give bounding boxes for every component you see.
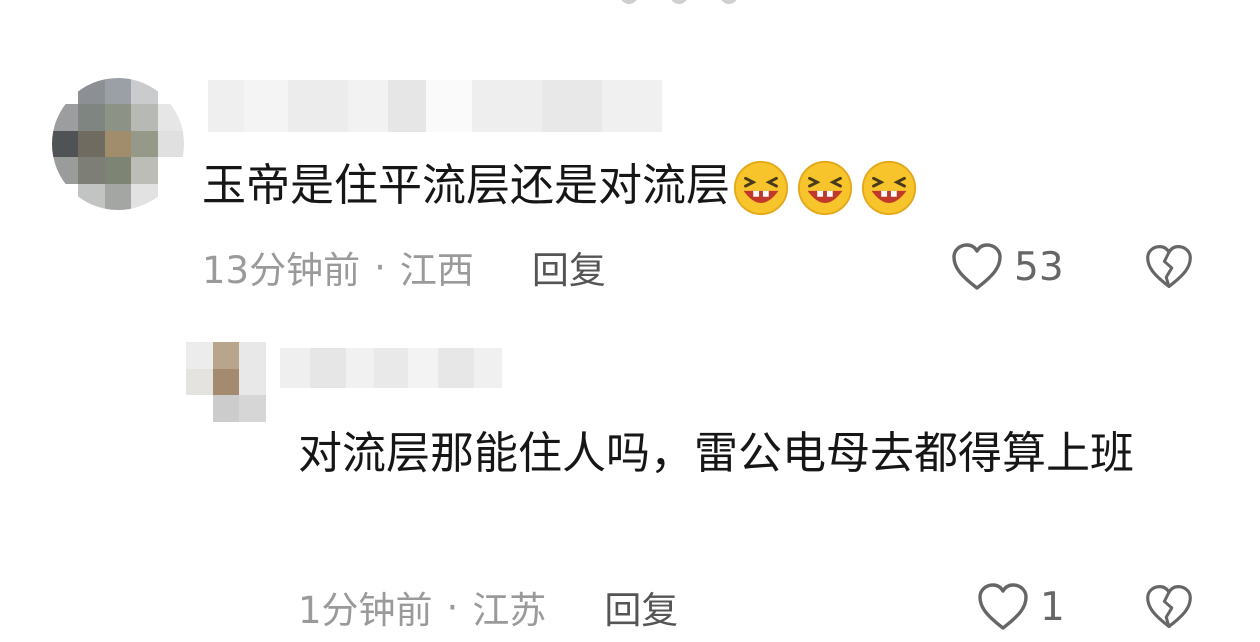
separator-dot: · [374, 245, 386, 289]
reply-button[interactable]: 回复 [604, 580, 678, 634]
avatar[interactable] [52, 78, 184, 210]
emoji-group [732, 159, 918, 217]
comment-meta: 1分钟前 · 江苏 回复 [298, 580, 678, 634]
like-count: 1 [1040, 584, 1065, 630]
comment-text: 对流层那能住人吗，雷公电母去都得算上班 [298, 428, 1134, 479]
laughing-emoji-icon [733, 160, 789, 216]
comment-body: 玉帝是住平流层还是对流层 [202, 160, 730, 211]
comment-text: 玉帝是住平流层还是对流层 [202, 150, 918, 222]
like-count: 53 [1014, 244, 1064, 290]
comment-meta: 13分钟前 · 江西 回复 [202, 240, 606, 294]
laughing-emoji-icon [861, 160, 917, 216]
timestamp: 1分钟前 [298, 589, 433, 632]
username-blurred[interactable] [280, 348, 502, 388]
broken-heart-icon[interactable] [1144, 582, 1194, 632]
like-button[interactable]: 1 [976, 582, 1065, 632]
reply-button[interactable]: 回复 [532, 240, 606, 294]
location: 江西 [399, 249, 474, 292]
timestamp: 13分钟前 [202, 249, 361, 292]
separator-dot: · [446, 585, 459, 629]
like-button[interactable]: 53 [950, 242, 1064, 292]
comment-thread: 玉帝是住平流层还是对流层 13分钟前 · 江西 回复 53 对流层那能住人吗，雷… [0, 0, 1260, 642]
heart-outline-icon [952, 243, 1002, 290]
location: 江苏 [472, 589, 547, 632]
cut-off-graphic [620, 0, 740, 6]
laughing-emoji-icon [797, 160, 853, 216]
avatar[interactable] [186, 342, 266, 422]
heart-outline-icon [978, 583, 1028, 630]
username-blurred[interactable] [208, 80, 662, 132]
broken-heart-icon[interactable] [1144, 242, 1194, 292]
